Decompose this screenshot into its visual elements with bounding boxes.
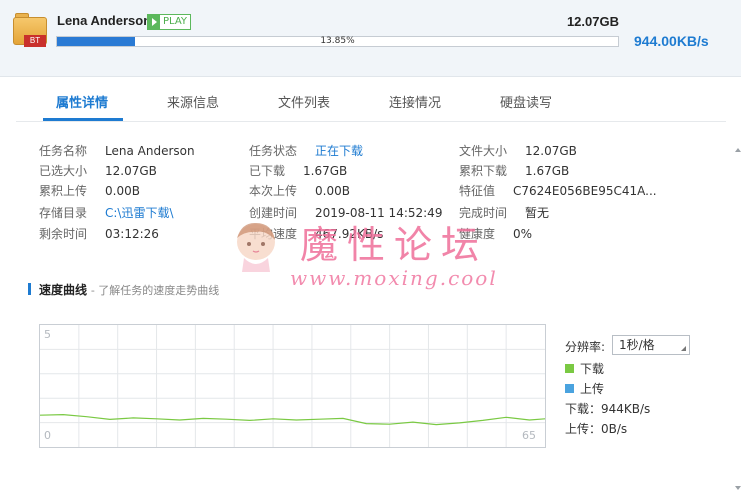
legend-download-label: 下载 bbox=[580, 362, 605, 376]
play-icon bbox=[148, 15, 160, 29]
info-value: 12.07GB bbox=[105, 164, 157, 178]
info-value: C7624E056BE95C41A... bbox=[513, 184, 657, 198]
section-title: 速度曲线 bbox=[39, 283, 88, 297]
info-label: 已下载 bbox=[249, 164, 286, 178]
legend-upload-label: 上传 bbox=[580, 382, 605, 396]
info-label: 任务名称 bbox=[39, 144, 88, 158]
dropdown-caret-icon bbox=[681, 346, 686, 351]
tab-source[interactable]: 来源信息 bbox=[167, 92, 219, 111]
info-value: 03:12:26 bbox=[105, 227, 159, 241]
progress-bar: 13.85% bbox=[56, 36, 619, 47]
info-label: 累积下载 bbox=[459, 164, 508, 178]
scroll-down-icon[interactable] bbox=[735, 486, 741, 490]
detail-tabs: 属性详情 来源信息 文件列表 连接情况 硬盘读写 bbox=[16, 77, 726, 122]
resolution-select[interactable]: 1秒/格 bbox=[612, 335, 690, 355]
info-label: 累积上传 bbox=[39, 184, 88, 198]
legend-download: 下载 bbox=[565, 360, 604, 377]
y-axis-min-label: 0 bbox=[44, 429, 51, 442]
tab-properties[interactable]: 属性详情 bbox=[56, 92, 108, 111]
info-label: 本次上传 bbox=[249, 184, 298, 198]
total-size: 12.07GB bbox=[566, 14, 619, 29]
info-value: 1.67GB bbox=[303, 164, 348, 178]
info-row: 任务状态 正在下载 bbox=[249, 141, 363, 161]
info-value: 0.00B bbox=[315, 184, 350, 198]
info-value: 1.67GB bbox=[525, 164, 570, 178]
info-label: 已选大小 bbox=[39, 164, 88, 178]
download-header: BT Lena Anderson PLAY 12.07GB 13.85% 944… bbox=[0, 0, 741, 77]
progress-percent: 13.85% bbox=[320, 36, 355, 46]
info-row: 累积下载 1.67GB bbox=[459, 161, 569, 181]
bt-badge: BT bbox=[24, 35, 46, 47]
download-speed-stat: 下载：944KB/s bbox=[565, 402, 651, 416]
storage-dir-link[interactable]: C:\迅雷下载\ bbox=[105, 206, 174, 220]
info-label: 存储目录 bbox=[39, 206, 88, 220]
task-name: Lena Anderson bbox=[57, 13, 152, 28]
info-label: 特征值 bbox=[459, 184, 496, 198]
tab-file-list[interactable]: 文件列表 bbox=[278, 92, 330, 111]
play-label: PLAY bbox=[163, 16, 188, 27]
task-status: 正在下载 bbox=[315, 144, 364, 158]
info-row: 剩余时间 03:12:26 bbox=[39, 224, 159, 244]
active-tab-indicator bbox=[43, 118, 123, 121]
info-value: Lena Anderson bbox=[105, 144, 195, 158]
speed-chart: 5 0 65 bbox=[39, 324, 546, 448]
speed-curve-header: 速度曲线 - 了解任务的速度走势曲线 bbox=[28, 281, 219, 298]
tab-connections[interactable]: 连接情况 bbox=[389, 92, 441, 111]
info-row: 已选大小 12.07GB bbox=[39, 161, 157, 181]
info-row: 存储目录 C:\迅雷下载\ bbox=[39, 203, 174, 223]
info-row: 本次上传 0.00B bbox=[249, 181, 350, 201]
info-row: 已下载 1.67GB bbox=[249, 161, 347, 181]
resolution-label: 分辨率: bbox=[565, 340, 606, 354]
info-value: 0.00B bbox=[105, 184, 140, 198]
play-button[interactable]: PLAY bbox=[147, 14, 192, 30]
upload-speed-stat: 上传：0B/s bbox=[565, 422, 628, 436]
download-speed: 944.00KB/s bbox=[634, 33, 709, 49]
watermark-mascot-icon bbox=[237, 222, 275, 272]
folder-icon: BT bbox=[13, 13, 47, 47]
info-label: 剩余时间 bbox=[39, 227, 88, 241]
info-row: 任务名称 Lena Anderson bbox=[39, 141, 195, 161]
series-line-download bbox=[40, 413, 545, 426]
download-swatch-icon bbox=[565, 364, 574, 373]
speed-chart-svg bbox=[40, 325, 545, 447]
upload-swatch-icon bbox=[565, 384, 574, 393]
resolution-value: 1秒/格 bbox=[619, 338, 655, 352]
scroll-up-icon[interactable] bbox=[735, 148, 741, 152]
info-value: 12.07GB bbox=[525, 144, 577, 158]
y-axis-max-label: 5 bbox=[44, 328, 51, 341]
info-row: 特征值 C7624E056BE95C41A... bbox=[459, 181, 657, 201]
info-value: 暂无 bbox=[525, 206, 550, 220]
tab-disk-io[interactable]: 硬盘读写 bbox=[500, 92, 552, 111]
info-value: 0% bbox=[513, 227, 533, 241]
x-axis-end-label: 65 bbox=[522, 429, 536, 442]
info-row: 累积上传 0.00B bbox=[39, 181, 140, 201]
watermark-text: 魔性论坛 bbox=[300, 223, 489, 267]
info-row: 文件大小 12.07GB bbox=[459, 141, 577, 161]
info-label: 文件大小 bbox=[459, 144, 508, 158]
watermark-url: www.moxing.cool bbox=[290, 266, 498, 290]
section-subtitle: - 了解任务的速度走势曲线 bbox=[90, 284, 220, 297]
legend-upload: 上传 bbox=[565, 380, 604, 397]
info-label: 任务状态 bbox=[249, 144, 298, 158]
scrollbar[interactable] bbox=[735, 122, 741, 504]
section-marker bbox=[28, 283, 31, 295]
